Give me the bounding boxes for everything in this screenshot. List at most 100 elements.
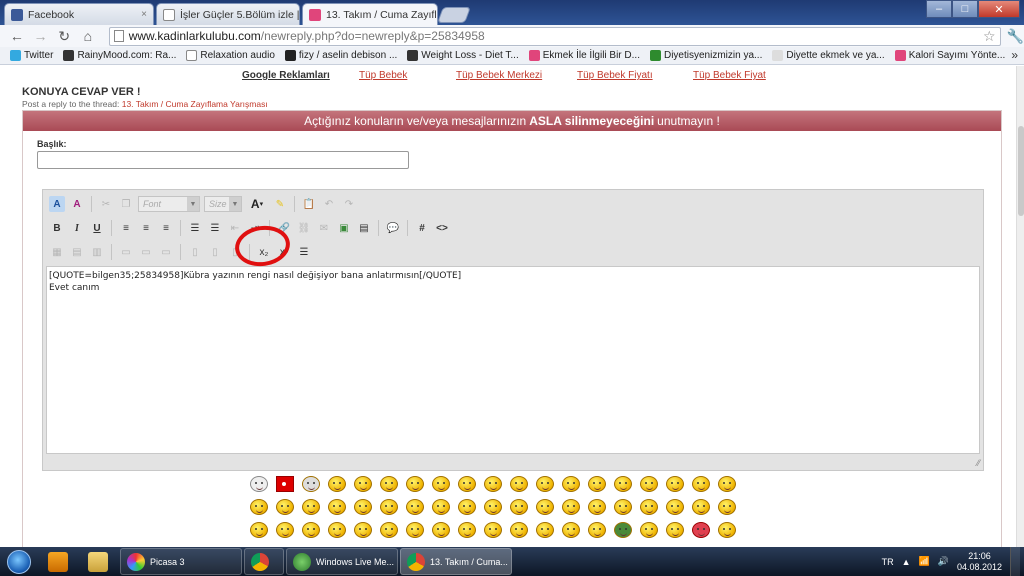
email-icon[interactable]: ✉ <box>316 220 332 236</box>
smiley-icon[interactable] <box>718 521 736 538</box>
smiley-icon[interactable] <box>328 498 346 515</box>
smiley-icon[interactable] <box>666 475 684 492</box>
image-icon[interactable]: ▣ <box>336 220 352 236</box>
smiley-icon[interactable] <box>406 521 424 538</box>
back-icon[interactable]: ← <box>8 27 26 45</box>
smiley-icon[interactable] <box>432 498 450 515</box>
video-icon[interactable]: ▤ <box>356 220 372 236</box>
forward-icon[interactable]: → <box>32 27 50 45</box>
minimize-button[interactable]: – <box>926 0 952 18</box>
bookmark-item[interactable]: Diyetisyenizmizin ya... <box>649 50 762 61</box>
close-window-button[interactable]: ✕ <box>978 0 1020 18</box>
resize-grip-icon[interactable]: ⁄⁄ <box>977 458 980 468</box>
taskbar-chrome[interactable] <box>244 548 284 575</box>
smiley-icon[interactable] <box>562 475 580 492</box>
unlink-icon[interactable]: ⛓ <box>296 220 312 236</box>
smiley-icon[interactable] <box>302 475 320 492</box>
smiley-icon[interactable] <box>510 521 528 538</box>
reload-icon[interactable]: ↻ <box>55 27 73 45</box>
pinned-media-player[interactable] <box>38 548 78 575</box>
insert-row-below-icon[interactable]: ▭ <box>138 244 154 260</box>
horizontal-rule-icon[interactable]: ☰ <box>296 244 312 260</box>
show-hidden-icons-button[interactable]: ▲ <box>902 557 911 567</box>
smiley-icon[interactable] <box>510 498 528 515</box>
smiley-icon[interactable] <box>250 521 268 538</box>
bookmarks-overflow-button[interactable]: » <box>1011 48 1018 62</box>
table-icon[interactable]: ▦ <box>49 244 65 260</box>
smiley-icon[interactable] <box>666 521 684 538</box>
tab-isler-gucler[interactable]: İşler Güçler 5.Bölüm izle | E × <box>156 3 300 25</box>
smiley-icon[interactable] <box>458 521 476 538</box>
network-icon[interactable]: 📶 <box>919 556 930 567</box>
maximize-button[interactable]: □ <box>952 0 978 18</box>
smiley-icon[interactable] <box>380 521 398 538</box>
smiley-icon[interactable] <box>354 475 372 492</box>
title-input[interactable] <box>37 151 409 169</box>
bookmark-star-icon[interactable]: ☆ <box>983 28 996 45</box>
start-button[interactable] <box>0 547 38 576</box>
smiley-icon[interactable] <box>562 521 580 538</box>
smiley-icon[interactable] <box>484 475 502 492</box>
smiley-icon[interactable] <box>614 498 632 515</box>
size-select[interactable]: Size ▼ <box>204 196 242 212</box>
turkish-flag-icon[interactable] <box>276 475 294 492</box>
home-icon[interactable]: ⌂ <box>79 27 97 45</box>
smiley-icon[interactable] <box>640 521 658 538</box>
smiley-icon[interactable] <box>484 521 502 538</box>
delete-row-icon[interactable]: ▭ <box>158 244 174 260</box>
align-left-icon[interactable]: ≡ <box>118 220 134 236</box>
ad-link[interactable]: Tüp Bebek Fiyat <box>693 70 766 81</box>
smiley-icon[interactable] <box>536 498 554 515</box>
smiley-icon[interactable] <box>640 498 658 515</box>
smiley-icon[interactable] <box>328 521 346 538</box>
taskbar-messenger[interactable]: Windows Live Me... <box>286 548 398 575</box>
undo-icon[interactable]: ↶ <box>321 196 337 212</box>
bookmark-item[interactable]: Weight Loss - Diet T... <box>407 50 519 61</box>
copy-icon[interactable]: ❐ <box>118 196 134 212</box>
bookmark-item[interactable]: RainyMood.com: Ra... <box>63 50 176 61</box>
smiley-icon[interactable] <box>328 475 346 492</box>
bookmark-item[interactable]: Relaxation audio <box>186 50 275 61</box>
close-icon[interactable]: × <box>141 9 147 20</box>
cut-icon[interactable]: ✂ <box>98 196 114 212</box>
align-center-icon[interactable]: ≡ <box>138 220 154 236</box>
smiley-icon[interactable] <box>276 498 294 515</box>
bookmark-item[interactable]: Kalori Sayımı Yönte... <box>894 50 1005 61</box>
language-indicator[interactable]: TR <box>882 557 894 567</box>
smiley-icon[interactable] <box>718 475 736 492</box>
smiley-icon[interactable] <box>380 475 398 492</box>
align-right-icon[interactable]: ≡ <box>158 220 174 236</box>
smiley-icon[interactable] <box>614 521 632 538</box>
smiley-icon[interactable] <box>302 521 320 538</box>
smiley-icon[interactable] <box>484 498 502 515</box>
smiley-icon[interactable] <box>406 475 424 492</box>
font-color-button[interactable]: A ▾ <box>246 196 268 212</box>
tab-facebook[interactable]: Facebook × <box>4 3 154 25</box>
bookmark-item[interactable]: Twitter <box>10 50 53 61</box>
volume-icon[interactable]: 🔊 <box>938 556 949 567</box>
smiley-icon[interactable] <box>380 498 398 515</box>
underline-button[interactable]: U <box>89 220 105 236</box>
remove-format-icon[interactable]: A <box>69 196 85 212</box>
highlight-icon[interactable]: ✎ <box>272 196 288 212</box>
pinned-explorer[interactable] <box>78 548 118 575</box>
lips-icon[interactable] <box>692 521 710 538</box>
ad-link[interactable]: Google Reklamları <box>242 70 359 81</box>
smiley-icon[interactable] <box>640 475 658 492</box>
smiley-icon[interactable] <box>406 498 424 515</box>
italic-button[interactable]: I <box>69 220 85 236</box>
table-col-icon[interactable]: ▥ <box>89 244 105 260</box>
switch-mode-icon[interactable]: A <box>49 196 65 212</box>
unordered-list-icon[interactable]: ☰ <box>207 220 223 236</box>
redo-icon[interactable]: ↷ <box>341 196 357 212</box>
ad-link[interactable]: Tüp Bebek Merkezi <box>456 70 577 81</box>
code-icon[interactable]: <> <box>434 220 450 236</box>
insert-col-left-icon[interactable]: ▯ <box>187 244 203 260</box>
smiley-icon[interactable] <box>432 521 450 538</box>
insert-col-right-icon[interactable]: ▯ <box>207 244 223 260</box>
font-select[interactable]: Font ▼ <box>138 196 200 212</box>
show-desktop-button[interactable] <box>1010 547 1020 576</box>
insert-row-above-icon[interactable]: ▭ <box>118 244 134 260</box>
taskbar-browser-window[interactable]: 13. Takım / Cuma... <box>400 548 512 575</box>
tab-takim-cuma[interactable]: 13. Takım / Cuma Zayıflam × <box>302 3 438 26</box>
